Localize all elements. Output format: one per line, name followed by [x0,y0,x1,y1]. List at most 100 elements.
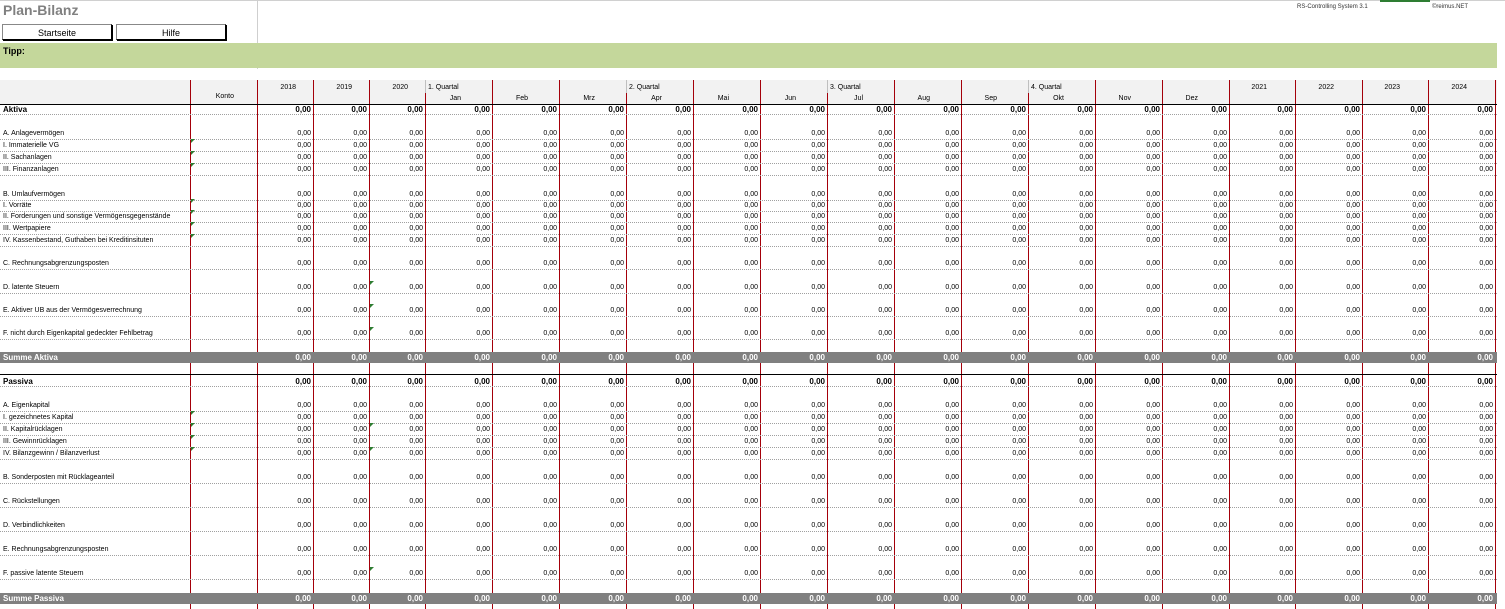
value-cell[interactable]: 0,00 [811,225,825,232]
value-cell[interactable]: 0,00 [543,330,557,337]
value-cell[interactable]: 0,00 [1146,570,1160,577]
value-cell[interactable]: 0,00 [409,142,423,149]
value-cell[interactable]: 0,00 [1012,260,1026,267]
value-cell[interactable]: 0,00 [1412,237,1426,244]
value-cell[interactable]: 0,00 [878,154,892,161]
value-cell[interactable]: 0,00 [1412,522,1426,529]
value-cell[interactable]: 0,00 [945,570,959,577]
value-cell[interactable]: 0,00 [1479,546,1493,553]
value-cell[interactable]: 0,00 [608,105,624,114]
value-cell[interactable]: 0,00 [1412,154,1426,161]
value-cell[interactable]: 0,00 [1213,414,1227,421]
value-cell[interactable]: 0,00 [945,438,959,445]
value-cell[interactable]: 0,00 [353,191,367,198]
value-cell[interactable]: 0,00 [945,142,959,149]
value-cell[interactable]: 0,00 [409,498,423,505]
value-cell[interactable]: 0,00 [543,260,557,267]
value-cell[interactable]: 0,00 [1012,307,1026,314]
value-cell[interactable]: 0,00 [1346,284,1360,291]
value-cell[interactable]: 0,00 [1012,225,1026,232]
value-cell[interactable]: 0,00 [610,284,624,291]
value-cell[interactable]: 0,00 [476,191,490,198]
value-cell[interactable]: 0,00 [943,105,959,114]
value-cell[interactable]: 0,00 [878,426,892,433]
value-cell[interactable]: 0,00 [476,307,490,314]
value-cell[interactable]: 0,00 [1346,225,1360,232]
value-cell[interactable]: 0,00 [1412,260,1426,267]
value-cell[interactable]: 0,00 [610,307,624,314]
value-cell[interactable]: 0,00 [1079,438,1093,445]
value-cell[interactable]: 0,00 [945,498,959,505]
value-cell[interactable]: 0,00 [541,377,557,386]
value-cell[interactable]: 0,00 [297,142,311,149]
value-cell[interactable]: 0,00 [945,426,959,433]
value-cell[interactable]: 0,00 [1146,191,1160,198]
value-cell[interactable]: 0,00 [1279,522,1293,529]
value-cell[interactable]: 0,00 [610,426,624,433]
value-cell[interactable]: 0,00 [1477,105,1493,114]
value-cell[interactable]: 0,00 [476,330,490,337]
value-cell[interactable]: 0,00 [878,191,892,198]
value-cell[interactable]: 0,00 [1146,237,1160,244]
value-cell[interactable]: 0,00 [476,474,490,481]
value-cell[interactable]: 0,00 [945,307,959,314]
value-cell[interactable]: 0,00 [744,498,758,505]
value-cell[interactable]: 0,00 [677,225,691,232]
value-cell[interactable]: 0,00 [878,414,892,421]
value-cell[interactable]: 0,00 [744,570,758,577]
value-cell[interactable]: 0,00 [1213,213,1227,220]
value-cell[interactable]: 0,00 [409,546,423,553]
value-cell[interactable]: 0,00 [677,450,691,457]
value-cell[interactable]: 0,00 [610,474,624,481]
value-cell[interactable]: 0,00 [1211,105,1227,114]
value-cell[interactable]: 0,00 [1412,474,1426,481]
value-cell[interactable]: 0,00 [543,426,557,433]
value-cell[interactable]: 0,00 [744,166,758,173]
value-cell[interactable]: 0,00 [1479,260,1493,267]
value-cell[interactable]: 0,00 [476,225,490,232]
value-cell[interactable]: 0,00 [1012,213,1026,220]
value-cell[interactable]: 0,00 [476,130,490,137]
value-cell[interactable]: 0,00 [677,213,691,220]
value-cell[interactable]: 0,00 [474,377,490,386]
value-cell[interactable]: 0,00 [297,450,311,457]
value-cell[interactable]: 0,00 [1146,414,1160,421]
value-cell[interactable]: 0,00 [744,237,758,244]
value-cell[interactable]: 0,00 [1146,166,1160,173]
value-cell[interactable]: 0,00 [297,570,311,577]
value-cell[interactable]: 0,00 [295,377,311,386]
value-cell[interactable]: 0,00 [1346,154,1360,161]
value-cell[interactable]: 0,00 [1412,330,1426,337]
value-cell[interactable]: 0,00 [1479,202,1493,209]
value-cell[interactable]: 0,00 [1479,154,1493,161]
value-cell[interactable]: 0,00 [353,546,367,553]
value-cell[interactable]: 0,00 [878,522,892,529]
value-cell[interactable]: 0,00 [543,450,557,457]
value-cell[interactable]: 0,00 [1012,570,1026,577]
value-cell[interactable]: 0,00 [1279,570,1293,577]
value-cell[interactable]: 0,00 [1146,284,1160,291]
value-cell[interactable]: 0,00 [409,260,423,267]
value-cell[interactable]: 0,00 [945,202,959,209]
value-cell[interactable]: 0,00 [878,330,892,337]
value-cell[interactable]: 0,00 [1146,260,1160,267]
value-cell[interactable]: 0,00 [1079,546,1093,553]
value-cell[interactable]: 0,00 [1279,438,1293,445]
value-cell[interactable]: 0,00 [1012,284,1026,291]
value-cell[interactable]: 0,00 [744,402,758,409]
value-cell[interactable]: 0,00 [1346,474,1360,481]
value-cell[interactable]: 0,00 [353,260,367,267]
value-cell[interactable]: 0,00 [543,474,557,481]
value-cell[interactable]: 0,00 [476,154,490,161]
value-cell[interactable]: 0,00 [811,426,825,433]
value-cell[interactable]: 0,00 [353,402,367,409]
value-cell[interactable]: 0,00 [811,522,825,529]
value-cell[interactable]: 0,00 [1346,546,1360,553]
value-cell[interactable]: 0,00 [878,237,892,244]
value-cell[interactable]: 0,00 [351,105,367,114]
value-cell[interactable]: 0,00 [1279,284,1293,291]
value-cell[interactable]: 0,00 [744,474,758,481]
value-cell[interactable]: 0,00 [1279,307,1293,314]
value-cell[interactable]: 0,00 [1079,130,1093,137]
value-cell[interactable]: 0,00 [1213,402,1227,409]
